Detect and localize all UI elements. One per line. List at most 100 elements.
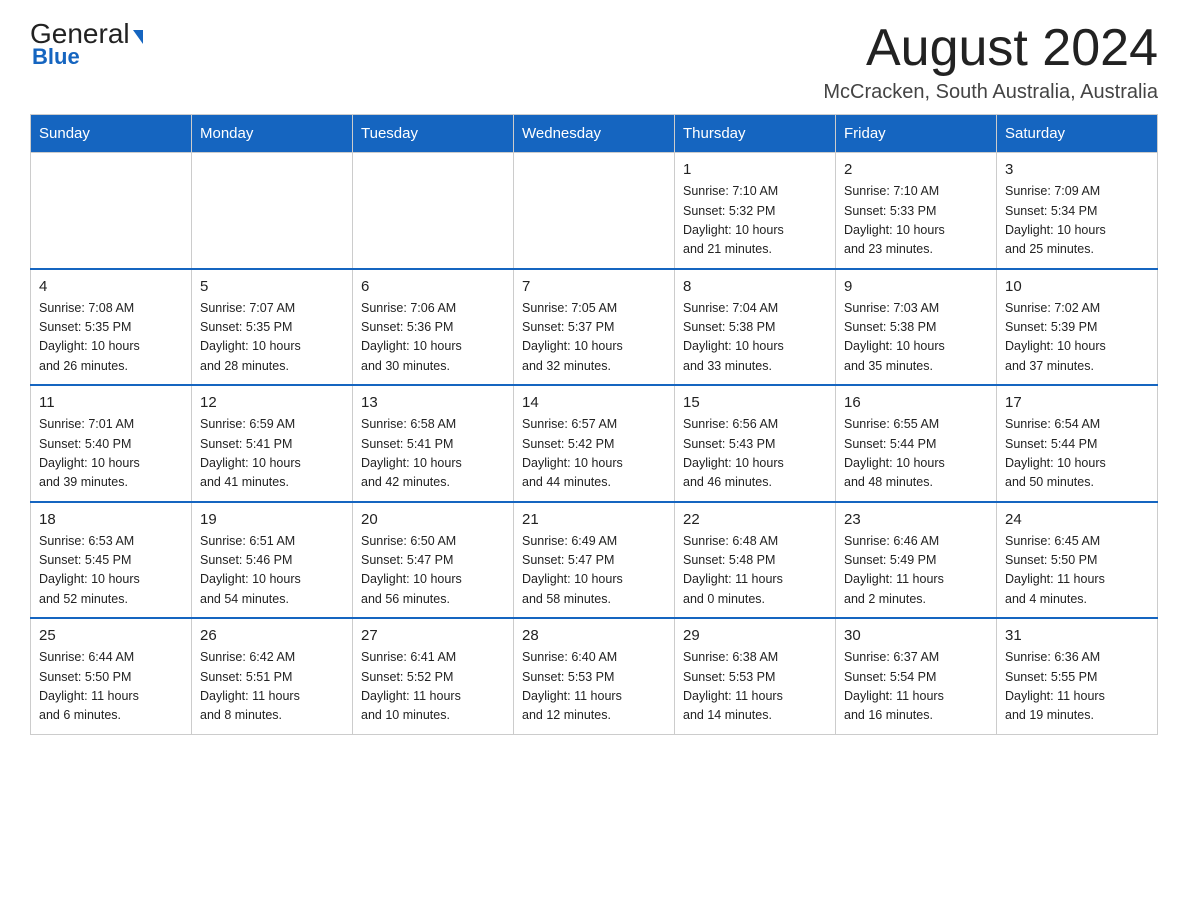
calendar-week-row: 1 Sunrise: 7:10 AM Sunset: 5:32 PM Daylig… [31,153,1158,269]
table-row: 31 Sunrise: 6:36 AM Sunset: 5:55 PM Dayli… [997,618,1158,734]
table-row: 13Sunrise: 6:58 AM Sunset: 5:41 PM Dayli… [353,385,514,502]
day-number: 4 [39,278,183,295]
day-number: 2 [844,161,988,178]
day-info: Sunrise: 6:59 AM Sunset: 5:41 PM Dayligh… [200,415,344,493]
table-row: 12 Sunrise: 6:59 AM Sunset: 5:41 PM Dayli… [192,385,353,502]
day-info: Sunrise: 6:41 AM Sunset: 5:52 PM Dayligh… [361,648,505,726]
day-info: Sunrise: 7:10 AM Sunset: 5:33 PM Dayligh… [844,182,988,260]
col-sunday: Sunday [31,115,192,153]
day-info: Sunrise: 6:51 AM Sunset: 5:46 PM Dayligh… [200,532,344,610]
day-info: Sunrise: 6:49 AM Sunset: 5:47 PM Dayligh… [522,532,666,610]
col-wednesday: Wednesday [514,115,675,153]
day-info: Sunrise: 6:37 AM Sunset: 5:54 PM Dayligh… [844,648,988,726]
day-number: 24 [1005,511,1149,528]
table-row: 19 Sunrise: 6:51 AM Sunset: 5:46 PM Dayli… [192,502,353,619]
table-row [31,153,192,269]
day-info: Sunrise: 6:53 AM Sunset: 5:45 PM Dayligh… [39,532,183,610]
col-saturday: Saturday [997,115,1158,153]
table-row: 26 Sunrise: 6:42 AM Sunset: 5:51 PM Dayli… [192,618,353,734]
table-row: 27Sunrise: 6:41 AM Sunset: 5:52 PM Dayli… [353,618,514,734]
day-info: Sunrise: 6:36 AM Sunset: 5:55 PM Dayligh… [1005,648,1149,726]
day-info: Sunrise: 6:55 AM Sunset: 5:44 PM Dayligh… [844,415,988,493]
day-number: 18 [39,511,183,528]
table-row: 1 Sunrise: 7:10 AM Sunset: 5:32 PM Daylig… [675,153,836,269]
calendar-table: Sunday Monday Tuesday Wednesday Thursday… [30,114,1158,735]
table-row [192,153,353,269]
day-info: Sunrise: 7:07 AM Sunset: 5:35 PM Dayligh… [200,299,344,377]
table-row: 21 Sunrise: 6:49 AM Sunset: 5:47 PM Dayli… [514,502,675,619]
table-row: 7 Sunrise: 7:05 AM Sunset: 5:37 PM Daylig… [514,269,675,386]
day-info: Sunrise: 6:40 AM Sunset: 5:53 PM Dayligh… [522,648,666,726]
day-number: 14 [522,394,666,411]
day-number: 23 [844,511,988,528]
col-thursday: Thursday [675,115,836,153]
day-info: Sunrise: 7:05 AM Sunset: 5:37 PM Dayligh… [522,299,666,377]
day-number: 31 [1005,627,1149,644]
calendar-week-row: 11Sunrise: 7:01 AM Sunset: 5:40 PM Dayli… [31,385,1158,502]
day-number: 30 [844,627,988,644]
page-header: General Blue August 2024 McCracken, Sout… [30,20,1158,104]
title-section: August 2024 McCracken, South Australia, … [823,20,1158,104]
table-row: 16 Sunrise: 6:55 AM Sunset: 5:44 PM Dayli… [836,385,997,502]
day-number: 9 [844,278,988,295]
table-row: 23 Sunrise: 6:46 AM Sunset: 5:49 PM Dayli… [836,502,997,619]
table-row: 9 Sunrise: 7:03 AM Sunset: 5:38 PM Daylig… [836,269,997,386]
day-number: 13 [361,394,505,411]
day-number: 12 [200,394,344,411]
day-number: 10 [1005,278,1149,295]
calendar-week-row: 25 Sunrise: 6:44 AM Sunset: 5:50 PM Dayli… [31,618,1158,734]
table-row: 24 Sunrise: 6:45 AM Sunset: 5:50 PM Dayli… [997,502,1158,619]
day-number: 7 [522,278,666,295]
day-info: Sunrise: 6:54 AM Sunset: 5:44 PM Dayligh… [1005,415,1149,493]
day-number: 5 [200,278,344,295]
table-row: 15 Sunrise: 6:56 AM Sunset: 5:43 PM Dayli… [675,385,836,502]
day-info: Sunrise: 6:57 AM Sunset: 5:42 PM Dayligh… [522,415,666,493]
day-info: Sunrise: 7:03 AM Sunset: 5:38 PM Dayligh… [844,299,988,377]
day-info: Sunrise: 7:08 AM Sunset: 5:35 PM Dayligh… [39,299,183,377]
day-info: Sunrise: 6:45 AM Sunset: 5:50 PM Dayligh… [1005,532,1149,610]
day-number: 28 [522,627,666,644]
day-info: Sunrise: 6:46 AM Sunset: 5:49 PM Dayligh… [844,532,988,610]
table-row: 25 Sunrise: 6:44 AM Sunset: 5:50 PM Dayli… [31,618,192,734]
table-row: 10Sunrise: 7:02 AM Sunset: 5:39 PM Dayli… [997,269,1158,386]
location: McCracken, South Australia, Australia [823,81,1158,104]
table-row: 29 Sunrise: 6:38 AM Sunset: 5:53 PM Dayli… [675,618,836,734]
day-info: Sunrise: 6:50 AM Sunset: 5:47 PM Dayligh… [361,532,505,610]
table-row: 5 Sunrise: 7:07 AM Sunset: 5:35 PM Daylig… [192,269,353,386]
table-row: 4 Sunrise: 7:08 AM Sunset: 5:35 PM Daylig… [31,269,192,386]
day-number: 26 [200,627,344,644]
table-row [514,153,675,269]
day-info: Sunrise: 6:56 AM Sunset: 5:43 PM Dayligh… [683,415,827,493]
table-row: 28 Sunrise: 6:40 AM Sunset: 5:53 PM Dayli… [514,618,675,734]
logo: General Blue [30,20,143,70]
day-number: 19 [200,511,344,528]
day-info: Sunrise: 6:42 AM Sunset: 5:51 PM Dayligh… [200,648,344,726]
day-number: 15 [683,394,827,411]
month-title: August 2024 [823,20,1158,77]
day-number: 3 [1005,161,1149,178]
calendar-header-row: Sunday Monday Tuesday Wednesday Thursday… [31,115,1158,153]
calendar-week-row: 18 Sunrise: 6:53 AM Sunset: 5:45 PM Dayli… [31,502,1158,619]
col-tuesday: Tuesday [353,115,514,153]
day-number: 6 [361,278,505,295]
day-number: 29 [683,627,827,644]
day-number: 1 [683,161,827,178]
table-row: 14 Sunrise: 6:57 AM Sunset: 5:42 PM Dayli… [514,385,675,502]
col-monday: Monday [192,115,353,153]
day-info: Sunrise: 7:10 AM Sunset: 5:32 PM Dayligh… [683,182,827,260]
day-number: 25 [39,627,183,644]
table-row: 2 Sunrise: 7:10 AM Sunset: 5:33 PM Daylig… [836,153,997,269]
table-row: 3 Sunrise: 7:09 AM Sunset: 5:34 PM Daylig… [997,153,1158,269]
day-number: 16 [844,394,988,411]
day-info: Sunrise: 6:44 AM Sunset: 5:50 PM Dayligh… [39,648,183,726]
table-row: 11Sunrise: 7:01 AM Sunset: 5:40 PM Dayli… [31,385,192,502]
calendar-week-row: 4 Sunrise: 7:08 AM Sunset: 5:35 PM Daylig… [31,269,1158,386]
day-number: 8 [683,278,827,295]
day-info: Sunrise: 7:06 AM Sunset: 5:36 PM Dayligh… [361,299,505,377]
day-number: 17 [1005,394,1149,411]
day-info: Sunrise: 7:09 AM Sunset: 5:34 PM Dayligh… [1005,182,1149,260]
day-number: 21 [522,511,666,528]
table-row: 20 Sunrise: 6:50 AM Sunset: 5:47 PM Dayli… [353,502,514,619]
day-number: 20 [361,511,505,528]
day-info: Sunrise: 6:38 AM Sunset: 5:53 PM Dayligh… [683,648,827,726]
